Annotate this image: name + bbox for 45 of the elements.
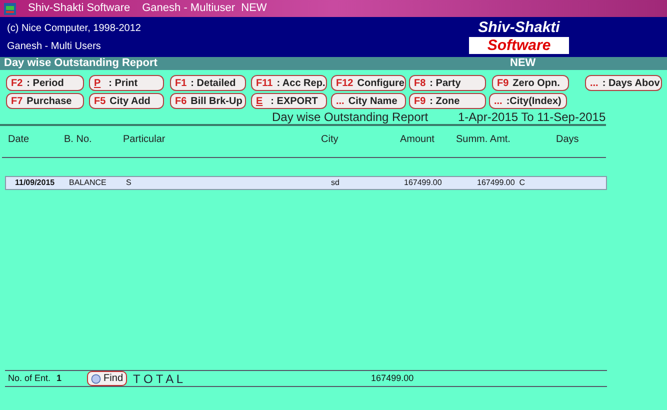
- column-header: City: [321, 133, 338, 147]
- toolbar-button[interactable]: F9 : Zone: [409, 93, 486, 109]
- total-label: T O T A L: [133, 370, 184, 388]
- toolbar-button[interactable]: E : EXPORT: [251, 93, 327, 109]
- users-text: Ganesh - Multi Users: [7, 40, 102, 54]
- app-icon: [4, 2, 16, 14]
- column-header: Amount: [400, 133, 434, 147]
- toolbar-button[interactable]: ... City Name: [331, 93, 406, 109]
- toolbar-button[interactable]: F12 Configure: [331, 75, 406, 91]
- logo: Shiv-Shakti Software: [467, 17, 571, 57]
- toolbar-button[interactable]: F7 Purchase: [6, 93, 84, 109]
- search-icon: [90, 374, 101, 384]
- column-header: Summ. Amt.: [456, 133, 510, 147]
- total-amount: 167499.00: [371, 372, 414, 385]
- toolbar-button[interactable]: F8 : Party: [409, 75, 486, 91]
- toolbar-button[interactable]: F6 Bill Brk-Up: [170, 93, 246, 109]
- entries-label: No. of Ent.: [8, 372, 51, 385]
- window-subtitle: Ganesh - Multiuser NEW: [142, 1, 267, 16]
- report-period: 1-Apr-2015 To 11-Sep-2015: [458, 108, 606, 126]
- toolbar-button[interactable]: ... :City(Index): [489, 93, 567, 109]
- toolbar-button[interactable]: F5 City Add: [89, 93, 164, 109]
- table-cell: 167499.00: [404, 177, 442, 189]
- toolbar-button[interactable]: P : Print: [89, 75, 164, 91]
- toolbar-button[interactable]: F1 : Detailed: [170, 75, 246, 91]
- toolbar-button[interactable]: F9 Zero Opn.: [492, 75, 569, 91]
- toolbar-button[interactable]: F11 : Acc Rep.: [251, 75, 327, 91]
- column-header: Days: [556, 133, 579, 147]
- table-cell: BALANCE: [69, 177, 106, 189]
- table-row[interactable]: 11/09/2015 BALANCE S sd 167499.00 167499.00 C: [5, 176, 607, 190]
- status-text: NEW: [510, 58, 536, 69]
- toolbar-button[interactable]: ... : Days Abov: [585, 75, 662, 91]
- column-header: Particular: [123, 133, 166, 147]
- column-header: B. No.: [64, 133, 92, 147]
- report-title: Day wise Outstanding Report: [272, 108, 430, 126]
- toolbar-button[interactable]: F2 : Period: [6, 75, 84, 91]
- table-cell: 11/09/2015: [15, 177, 55, 189]
- find-button[interactable]: Find: [86, 371, 127, 386]
- copyright-text: (c) Nice Computer, 1998-2012: [7, 22, 141, 36]
- report-name: Day wise Outstanding Report: [4, 58, 158, 69]
- window-title: Shiv-Shakti Software: [28, 1, 130, 16]
- column-header: Date: [8, 133, 30, 147]
- table-cell: sd: [331, 177, 340, 189]
- table-cell: S: [126, 177, 132, 189]
- entries-count: 1: [56, 372, 62, 385]
- table-cell: 167499.00 C: [477, 177, 526, 189]
